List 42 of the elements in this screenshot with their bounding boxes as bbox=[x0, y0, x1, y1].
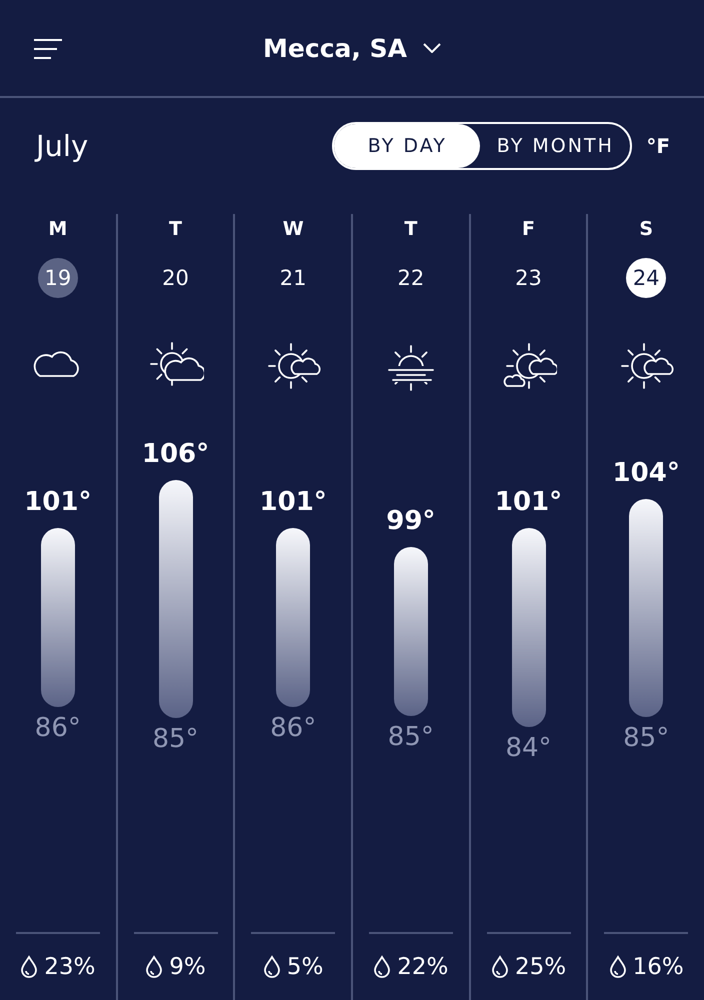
high-temperature: 101° bbox=[260, 486, 327, 519]
view-tab[interactable]: BY MONTH bbox=[480, 124, 630, 168]
unit-label[interactable]: °F bbox=[646, 134, 670, 158]
weekday-label: T bbox=[169, 217, 182, 242]
view-tab[interactable]: BY DAY bbox=[334, 124, 480, 168]
high-temperature: 106° bbox=[142, 438, 210, 471]
low-temperature: 86° bbox=[34, 713, 81, 743]
precipitation-chance: 23% bbox=[44, 954, 96, 980]
drop-icon bbox=[608, 955, 627, 979]
drop-icon bbox=[145, 955, 164, 979]
date-label[interactable]: 21 bbox=[273, 258, 314, 298]
date-label[interactable]: 22 bbox=[390, 258, 431, 298]
drop-icon bbox=[262, 955, 281, 979]
date-label[interactable]: 23 bbox=[508, 258, 549, 298]
weekday-label: M bbox=[48, 217, 68, 242]
drop-icon bbox=[373, 955, 392, 979]
low-temperature: 85° bbox=[388, 722, 434, 752]
low-temperature: 85° bbox=[152, 724, 199, 754]
chevron-down-icon bbox=[422, 43, 441, 53]
precipitation-chance: 16% bbox=[632, 954, 684, 980]
weekday-label: F bbox=[522, 217, 536, 242]
weekday-label: W bbox=[282, 217, 304, 242]
low-temperature: 84° bbox=[505, 732, 552, 763]
date-label[interactable]: 19 bbox=[38, 258, 78, 298]
low-temperature: 86° bbox=[270, 713, 316, 743]
drop-icon bbox=[20, 955, 38, 979]
precipitation-chance: 9% bbox=[169, 954, 206, 980]
date-label[interactable]: 20 bbox=[156, 258, 196, 298]
high-temperature: 99° bbox=[386, 505, 436, 538]
weekday-label: S bbox=[639, 217, 654, 242]
high-temperature: 101° bbox=[24, 486, 92, 519]
low-temperature: 85° bbox=[623, 723, 670, 754]
weekday-label: T bbox=[404, 217, 418, 242]
drop-icon bbox=[490, 955, 509, 979]
month-label: July bbox=[36, 129, 90, 163]
high-temperature: 104° bbox=[612, 457, 680, 490]
date-label[interactable]: 24 bbox=[626, 258, 666, 298]
high-temperature: 101° bbox=[494, 486, 562, 519]
precipitation-chance: 25% bbox=[514, 954, 566, 980]
precipitation-chance: 22% bbox=[397, 954, 448, 980]
location-selector[interactable]: Mecca, SA bbox=[263, 34, 441, 62]
precipitation-chance: 5% bbox=[286, 954, 324, 980]
